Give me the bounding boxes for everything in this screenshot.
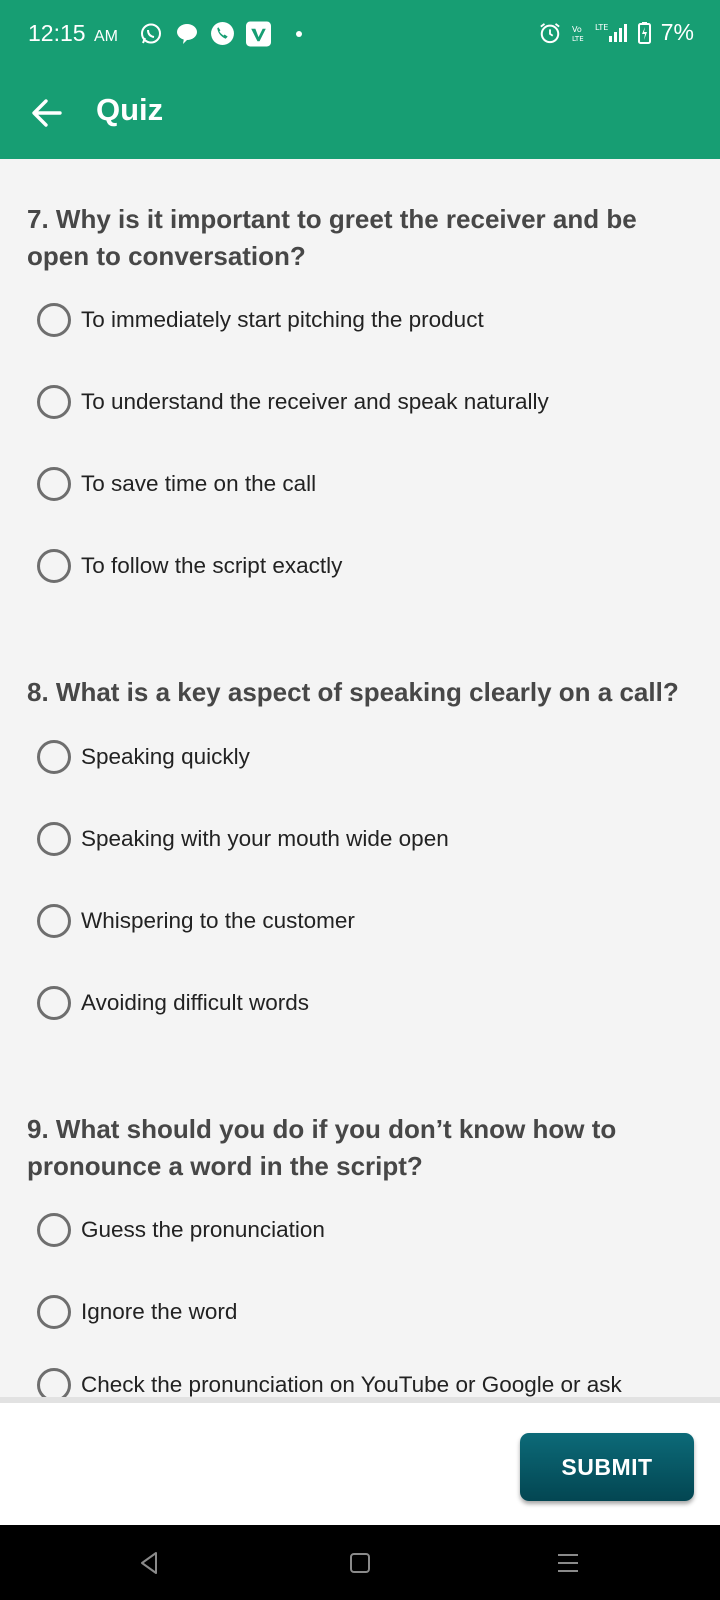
option-label: Speaking with your mouth wide open [81, 826, 449, 851]
radio-button[interactable] [37, 1213, 71, 1247]
chat-icon [174, 21, 199, 46]
q8-option-4[interactable]: Avoiding difficult words [37, 985, 309, 1021]
volte-icon: Vo LTE [572, 20, 586, 45]
q8-option-1[interactable]: Speaking quickly [37, 739, 250, 775]
viber-icon [210, 21, 235, 46]
radio-button[interactable] [37, 740, 71, 774]
question-7-text: 7. Why is it important to greet the rece… [27, 204, 637, 271]
q8-option-3[interactable]: Whispering to the customer [37, 903, 355, 939]
battery-charging-icon [638, 20, 652, 45]
status-time: 12:15 AM [28, 20, 118, 47]
q9-option-2[interactable]: Ignore the word [37, 1294, 237, 1330]
option-label: Ignore the word [81, 1299, 238, 1324]
radio-button[interactable] [37, 467, 71, 501]
app-bar: Quiz [0, 68, 720, 159]
home-square-icon[interactable] [346, 1549, 374, 1577]
whatsapp-icon [138, 21, 163, 46]
more-notifications-dot [296, 30, 302, 37]
option-label: Speaking quickly [81, 744, 250, 769]
radio-button[interactable] [37, 303, 71, 337]
q9-option-3[interactable]: Check the pronunciation on YouTube or Go… [37, 1367, 622, 1397]
system-nav-bar [0, 1525, 720, 1600]
option-label: Whispering to the customer [81, 908, 355, 933]
svg-text:LTE: LTE [595, 23, 608, 32]
system-icons: Vo LTE LTE 7% [538, 19, 694, 46]
q7-option-1[interactable]: To immediately start pitching the produc… [37, 302, 484, 338]
question-8-text: 8. What is a key aspect of speaking clea… [27, 677, 679, 707]
q7-option-4[interactable]: To follow the script exactly [37, 548, 342, 584]
option-label: To immediately start pitching the produc… [81, 307, 484, 332]
radio-button[interactable] [37, 1368, 71, 1397]
quiz-content[interactable]: 7. Why is it important to greet the rece… [0, 159, 720, 1397]
status-bar: 12:15 AM Vo LTE LTE 7% [0, 0, 720, 68]
question-9-text: 9. What should you do if you don’t know … [27, 1114, 617, 1181]
notification-icons [138, 21, 302, 46]
status-time-value: 12:15 [28, 20, 86, 46]
q7-option-3[interactable]: To save time on the call [37, 466, 316, 502]
option-label: Avoiding difficult words [81, 990, 310, 1015]
radio-button[interactable] [37, 549, 71, 583]
status-ampm: AM [93, 28, 118, 45]
option-label: Check the pronunciation on YouTube or Go… [81, 1372, 622, 1397]
page-title: Quiz [96, 92, 164, 127]
radio-button[interactable] [37, 904, 71, 938]
option-label: To save time on the call [81, 471, 317, 496]
vimeo-icon [246, 21, 271, 46]
lte-signal-icon: LTE [595, 20, 629, 45]
radio-button[interactable] [37, 1295, 71, 1329]
option-label: To follow the script exactly [81, 553, 343, 578]
alarm-icon [538, 20, 563, 45]
submit-button[interactable]: SUBMIT [520, 1433, 694, 1501]
radio-button[interactable] [37, 385, 71, 419]
back-arrow-icon[interactable] [30, 96, 64, 130]
svg-text:Vo: Vo [572, 25, 582, 34]
q8-option-2[interactable]: Speaking with your mouth wide open [37, 821, 449, 857]
svg-text:LTE: LTE [572, 35, 584, 43]
bottom-bar: SUBMIT [0, 1397, 720, 1525]
menu-lines-icon[interactable] [554, 1549, 582, 1577]
q9-option-1[interactable]: Guess the pronunciation [37, 1212, 325, 1248]
q7-option-2[interactable]: To understand the receiver and speak nat… [37, 384, 549, 420]
battery-percent: 7% [660, 19, 694, 45]
radio-button[interactable] [37, 986, 71, 1020]
back-triangle-icon[interactable] [136, 1549, 164, 1577]
radio-button[interactable] [37, 822, 71, 856]
option-label: Guess the pronunciation [81, 1217, 325, 1242]
option-label: To understand the receiver and speak nat… [81, 389, 549, 414]
